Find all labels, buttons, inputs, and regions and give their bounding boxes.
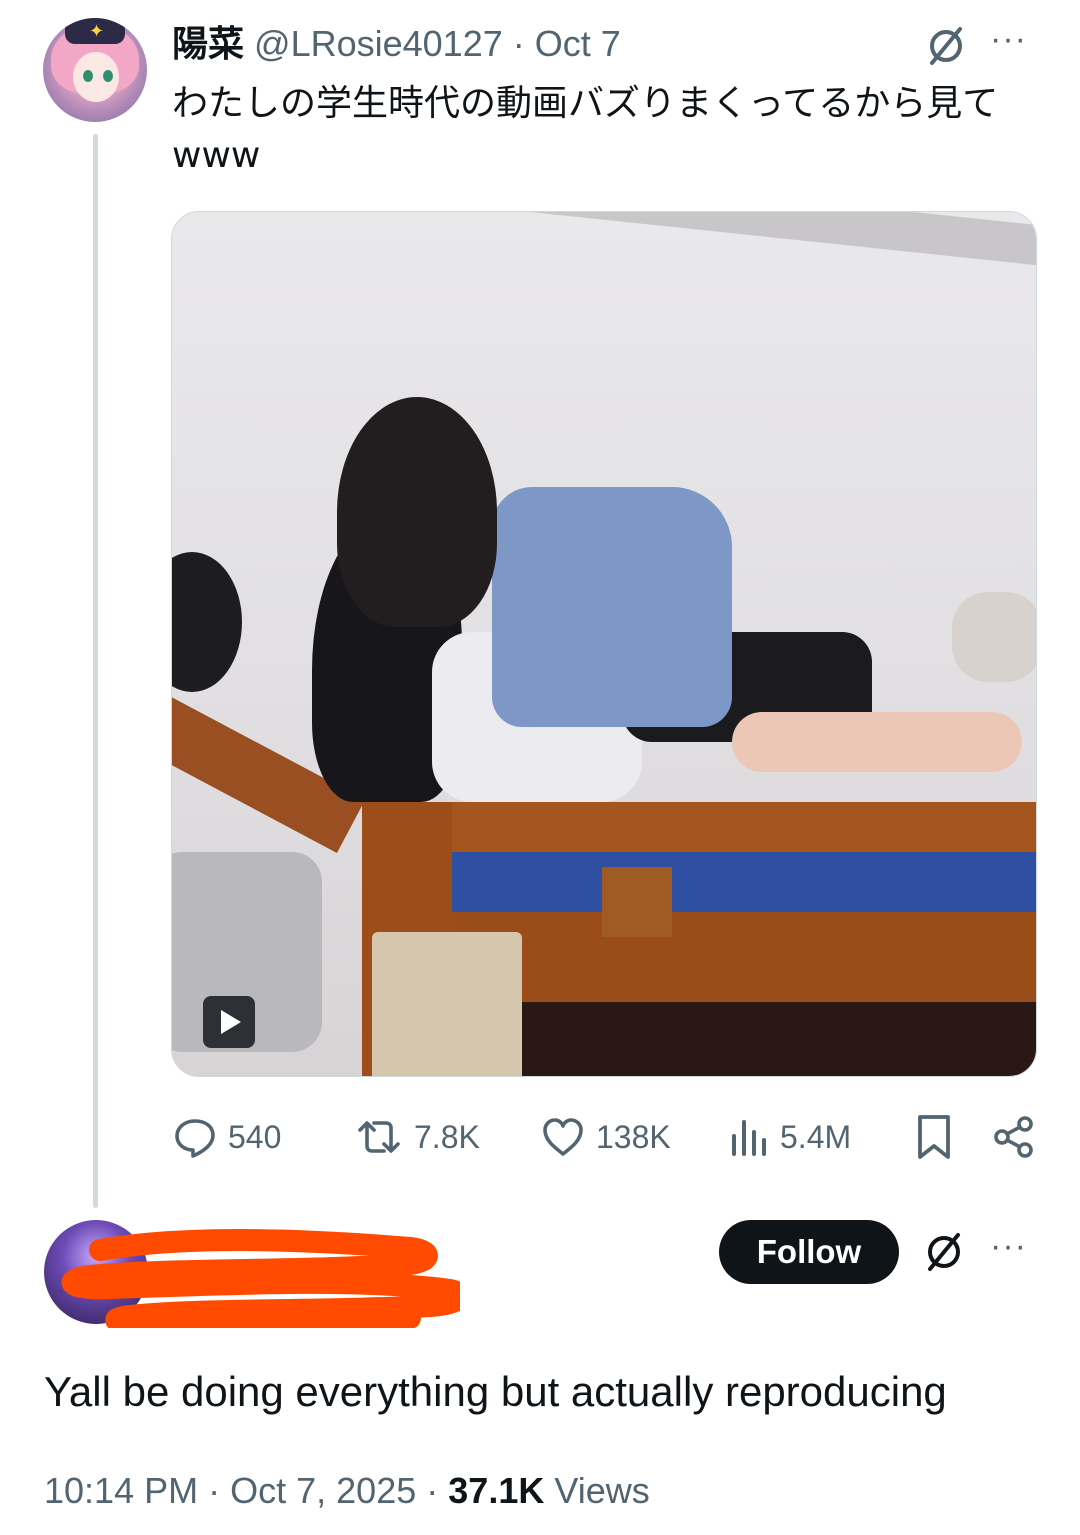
retweet-icon xyxy=(358,1121,400,1153)
grok-icon[interactable] xyxy=(924,24,968,68)
tweet-video[interactable] xyxy=(171,211,1037,1077)
share-button[interactable] xyxy=(992,1111,1046,1163)
more-options-icon[interactable]: ··· xyxy=(990,1227,1027,1266)
views-button[interactable]: 5.4M xyxy=(728,1111,851,1163)
redaction-scribble xyxy=(61,1229,460,1328)
thread-line xyxy=(93,134,98,1208)
author-avatar[interactable]: ✦ xyxy=(43,18,147,122)
analytics-icon xyxy=(732,1120,766,1156)
meta-separator: · xyxy=(426,1470,439,1511)
like-count: 138K xyxy=(596,1118,671,1155)
views-count: 5.4M xyxy=(780,1118,852,1155)
reply-count: 540 xyxy=(228,1118,282,1155)
bookmark-button[interactable] xyxy=(912,1111,966,1163)
header-separator: · xyxy=(512,23,525,64)
retweet-button[interactable]: 7.8K xyxy=(354,1111,480,1163)
views-total: 37.1K xyxy=(448,1470,545,1511)
reply-text: Yall be doing everything but actually re… xyxy=(44,1368,947,1415)
views-label: Views xyxy=(554,1470,650,1511)
share-icon xyxy=(994,1116,1033,1158)
tweet-time[interactable]: 10:14 PM xyxy=(44,1470,198,1511)
like-button[interactable]: 138K xyxy=(540,1111,671,1163)
tweet-header: 陽菜 @LRosie40127 · Oct 7 xyxy=(172,22,621,66)
grok-icon[interactable] xyxy=(922,1230,966,1274)
reply-icon xyxy=(175,1119,215,1158)
author-handle[interactable]: @LRosie40127 xyxy=(254,23,503,64)
retweet-count: 7.8K xyxy=(414,1118,480,1155)
meta-separator: · xyxy=(208,1470,221,1511)
tweet-meta: 10:14 PM · Oct 7, 2025 · 37.1K Views xyxy=(44,1466,650,1516)
tweet-full-date[interactable]: Oct 7, 2025 xyxy=(230,1470,416,1511)
heart-icon xyxy=(543,1118,583,1156)
more-options-icon[interactable]: ··· xyxy=(990,20,1027,59)
author-display-name[interactable]: 陽菜 xyxy=(172,23,244,64)
play-icon[interactable] xyxy=(203,996,255,1048)
reply-button[interactable]: 540 xyxy=(172,1111,281,1163)
follow-button[interactable]: Follow xyxy=(719,1220,899,1284)
bookmark-icon xyxy=(918,1115,950,1159)
tweet-text: わたしの学生時代の動画バズりまくってるから見てwww xyxy=(172,83,999,176)
tweet-date[interactable]: Oct 7 xyxy=(535,23,621,64)
